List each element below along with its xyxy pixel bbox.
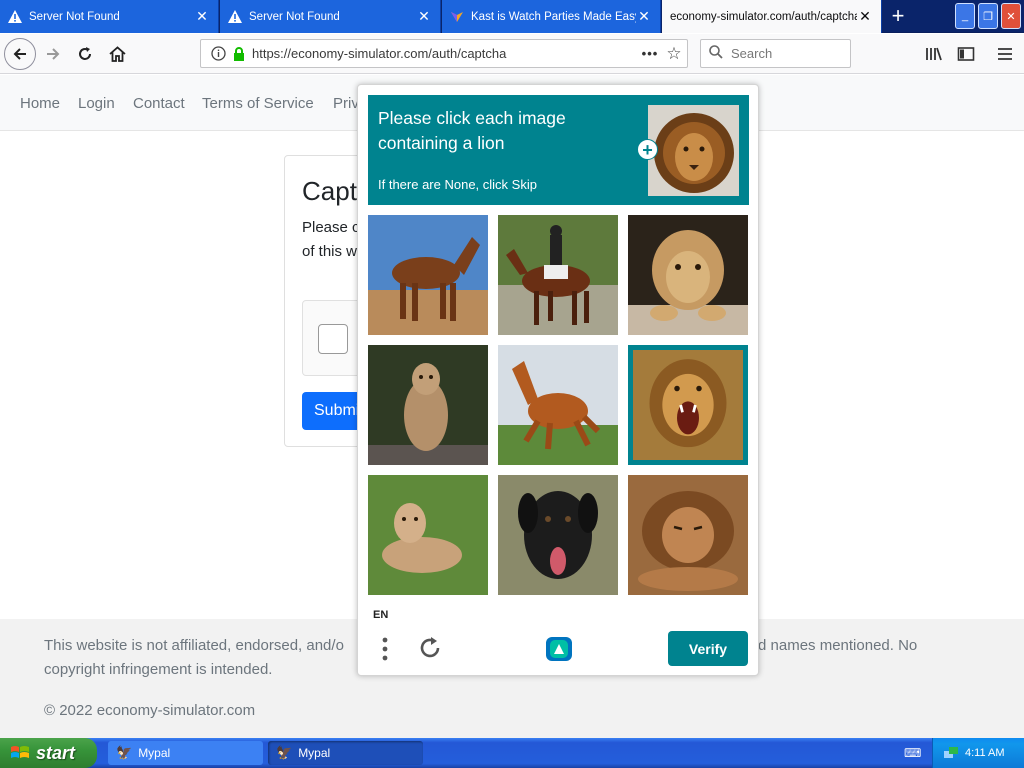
nav-link-contact[interactable]: Contact [133, 95, 185, 112]
lion-image [633, 350, 743, 460]
lion-image [368, 345, 488, 465]
horse-image [498, 345, 618, 465]
tab-server-not-found-2[interactable]: Server Not Found ✕ [220, 0, 441, 33]
nav-link-terms[interactable]: Terms of Service [202, 95, 314, 112]
nav-link-login[interactable]: Login [78, 95, 115, 112]
home-icon [108, 46, 126, 62]
tab-close-icon[interactable]: ✕ [416, 8, 432, 25]
horse-image [498, 215, 618, 335]
sidebar-icon[interactable] [954, 42, 978, 66]
tab-captcha[interactable]: economy-simulator.com/auth/captcha ✕ [662, 0, 882, 33]
tab-label: Server Not Found [249, 10, 340, 23]
kast-icon [450, 10, 464, 24]
footer-disclaimer-right: d names mentioned. No [758, 637, 918, 654]
challenge-tile-7[interactable] [368, 475, 488, 595]
new-tab-button[interactable]: + [884, 4, 912, 28]
search-placeholder: Search [731, 46, 773, 61]
captcha-challenge-dialog: Please click each image containing a lio… [357, 84, 759, 676]
search-input[interactable]: Search [700, 39, 851, 68]
challenge-tile-9[interactable] [628, 475, 748, 595]
back-button[interactable] [4, 38, 36, 70]
challenge-tile-2[interactable] [498, 215, 618, 335]
challenge-tile-4[interactable] [368, 345, 488, 465]
tab-label: Server Not Found [29, 10, 120, 23]
forward-button[interactable] [38, 39, 68, 69]
mypal-icon: 🦅 [276, 745, 293, 760]
reload-button[interactable] [70, 39, 100, 69]
start-button[interactable]: start [0, 738, 97, 768]
search-icon [709, 45, 723, 62]
bookmark-star-icon[interactable]: ☆ [661, 44, 687, 64]
minimize-button[interactable]: _ [955, 3, 975, 29]
tab-label: Kast is Watch Parties Made Easy [471, 10, 636, 23]
tab-close-icon[interactable]: ✕ [857, 8, 873, 25]
arrow-right-icon [47, 48, 60, 60]
footer-copyright: © 2022 economy-simulator.com [44, 702, 256, 719]
tab-close-icon[interactable]: ✕ [636, 8, 652, 25]
expand-example-icon[interactable]: + [637, 139, 658, 160]
verify-button[interactable]: Verify [668, 631, 748, 666]
hamburger-menu-icon[interactable] [993, 42, 1017, 66]
maximize-button[interactable]: ❐ [978, 3, 998, 29]
taskbar-item-mypal-2[interactable]: 🦅 Mypal [268, 741, 423, 765]
footer-disclaimer-left: This website is not affiliated, endorsed… [44, 637, 344, 654]
refresh-icon[interactable] [417, 635, 443, 661]
hcaptcha-logo-icon [542, 634, 576, 664]
taskbar-item-mypal-1[interactable]: 🦅 Mypal [108, 741, 263, 765]
tab-strip: Server Not Found ✕ Server Not Found ✕ Ka… [0, 0, 1024, 33]
challenge-header: Please click each image containing a lio… [368, 95, 749, 205]
challenge-tile-3[interactable] [628, 215, 748, 335]
challenge-tile-8[interactable] [498, 475, 618, 595]
card-title: Capt [302, 176, 357, 206]
challenge-tile-1[interactable] [368, 215, 488, 335]
nav-link-home[interactable]: Home [20, 95, 60, 112]
mypal-icon: 🦅 [116, 745, 133, 760]
clock[interactable]: 4:11 AM [965, 747, 1005, 759]
tab-close-icon[interactable]: ✕ [194, 8, 210, 25]
lion-image [368, 475, 488, 595]
network-icon[interactable] [943, 745, 959, 764]
task-label: Mypal [138, 746, 171, 760]
home-button[interactable] [102, 39, 132, 69]
nav-link-privacy[interactable]: Priv [333, 95, 359, 112]
lion-image [628, 475, 748, 595]
start-label: start [36, 742, 76, 763]
challenge-tile-5[interactable] [498, 345, 618, 465]
library-icon[interactable] [922, 42, 946, 66]
tab-kast[interactable]: Kast is Watch Parties Made Easy ✕ [442, 0, 661, 33]
warning-icon [228, 10, 242, 24]
tab-label: economy-simulator.com/auth/captcha [670, 10, 857, 23]
windows-logo-icon [10, 743, 30, 763]
challenge-tile-6[interactable] [628, 345, 748, 465]
tab-server-not-found-1[interactable]: Server Not Found ✕ [0, 0, 219, 33]
challenge-subtext: If there are None, click Skip [378, 177, 537, 192]
lock-icon [231, 46, 247, 61]
footer-disclaimer-line2: copyright infringement is intended. [44, 661, 273, 678]
arrow-left-icon [13, 48, 26, 60]
reload-icon [79, 47, 91, 60]
close-window-button[interactable]: ✕ [1001, 3, 1021, 29]
keyboard-icon[interactable]: ⌨ [904, 746, 921, 760]
page-actions-icon[interactable]: ••• [639, 46, 661, 61]
url-bar[interactable]: https://economy-simulator.com/auth/captc… [200, 39, 688, 68]
horse-image [368, 215, 488, 335]
dog-image [498, 475, 618, 595]
hcaptcha-checkbox[interactable] [318, 324, 348, 354]
menu-dots-icon[interactable] [375, 636, 395, 662]
system-tray: 4:11 AM [932, 738, 1024, 768]
lion-image [628, 215, 748, 335]
warning-icon [8, 10, 22, 24]
language-selector[interactable]: EN [373, 609, 388, 621]
info-icon[interactable] [205, 46, 231, 61]
challenge-prompt: Please click each image containing a lio… [378, 108, 566, 153]
taskbar: start 🦅 Mypal 🦅 Mypal ⌨ 4:11 AM [0, 738, 1024, 768]
url-text: https://economy-simulator.com/auth/captc… [252, 46, 507, 61]
navigation-toolbar: https://economy-simulator.com/auth/captc… [0, 34, 1024, 74]
task-label: Mypal [298, 746, 331, 760]
example-lion-image [648, 105, 739, 196]
